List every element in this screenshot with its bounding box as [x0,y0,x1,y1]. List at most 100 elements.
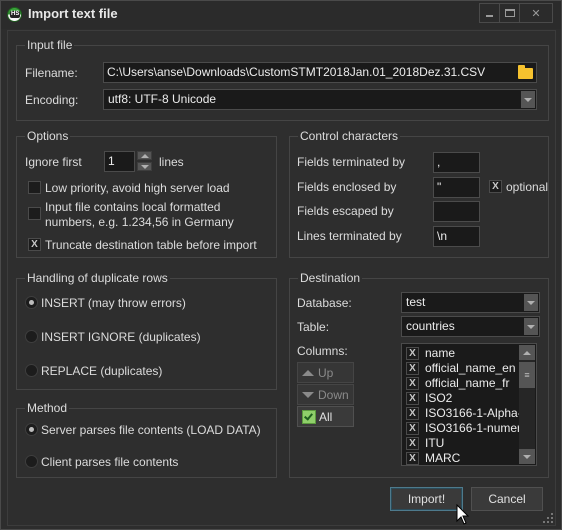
arrow-up-icon [140,153,149,158]
encoding-dropdown-arrow[interactable] [521,91,535,108]
filename-input[interactable]: C:\Users\anse\Downloads\CustomSTMT2018Ja… [103,62,537,83]
client-parses-radio[interactable] [25,455,38,468]
arrow-up-icon [302,369,314,376]
resize-grip[interactable] [543,513,553,523]
column-name: MARC [425,451,461,465]
dialog-body: Input file Filename: C:\Users\anse\Downl… [7,30,556,526]
insert-ignore-label: INSERT IGNORE (duplicates) [41,330,201,344]
options-legend: Options [25,128,71,144]
move-up-label: Up [318,365,334,380]
app-icon: HS [7,7,22,22]
local-numbers-label-line1: Input file contains local formatted [45,200,221,214]
fields-escaped-label: Fields escaped by [297,204,394,218]
column-checkbox[interactable]: X [406,392,419,405]
column-name: official_name_en [425,361,516,375]
column-name: official_name_fr [425,376,510,390]
scroll-up-button[interactable] [519,345,535,360]
column-name: ISO3166-1-numeric [425,421,530,435]
table-select[interactable]: countries [401,316,540,337]
truncate-checkbox[interactable]: X [28,238,41,251]
move-down-button[interactable]: Down [297,384,354,405]
duplicates-group: Handling of duplicate rows INSERT (may t… [16,270,277,390]
optional-checkbox[interactable]: X [489,180,502,193]
column-checkbox[interactable]: X [406,437,419,450]
checkmark-icon [302,409,316,424]
server-parses-radio[interactable] [25,423,38,436]
close-icon: ✕ [531,7,541,20]
column-name: ISO3166-1-Alpha-3 [425,406,529,420]
encoding-label: Encoding: [25,93,79,107]
low-priority-checkbox[interactable] [28,181,41,194]
insert-radio[interactable] [25,296,38,309]
table-value: countries [406,319,455,333]
title-bar[interactable]: HS Import text file ✕ [1,1,561,29]
columns-list[interactable]: Xname Xofficial_name_en Xofficial_name_fr X… [401,343,537,466]
options-group: Options Ignore first 1 lines Low priorit… [16,128,277,258]
method-group: Method Server parses file contents (LOAD… [16,400,277,478]
maximize-button[interactable] [500,4,520,22]
truncate-label: Truncate destination table before import [45,238,257,252]
database-value: test [406,295,426,309]
column-checkbox[interactable]: X [406,377,419,390]
fields-terminated-label: Fields terminated by [297,155,406,169]
filename-value: C:\Users\anse\Downloads\CustomSTMT2018Ja… [107,65,486,79]
folder-icon[interactable] [518,65,533,79]
column-name: ITU [425,436,445,450]
import-button[interactable]: Import! [390,487,463,511]
input-file-group: Input file Filename: C:\Users\anse\Downl… [16,37,549,121]
lines-terminated-input[interactable]: \n [433,226,480,247]
column-checkbox[interactable]: X [406,422,419,435]
mouse-cursor-icon [456,504,470,525]
import-text-file-dialog: HS Import text file ✕ Input file Filenam… [0,0,562,530]
duplicates-legend: Handling of duplicate rows [25,270,170,286]
fields-enclosed-label: Fields enclosed by [297,180,397,194]
column-checkbox[interactable]: X [406,347,419,360]
database-select[interactable]: test [401,292,540,313]
scroll-down-button[interactable] [519,449,535,464]
encoding-select[interactable]: utf8: UTF-8 Unicode [103,89,537,110]
replace-radio[interactable] [25,364,38,377]
chevron-down-icon [524,97,532,102]
control-characters-group: Control characters Fields terminated by … [289,128,549,258]
control-characters-legend: Control characters [298,128,401,144]
fields-terminated-input[interactable]: , [433,152,480,173]
encoding-value: utf8: UTF-8 Unicode [108,92,217,106]
scroll-thumb[interactable]: ≡ [519,362,535,388]
arrow-down-icon [140,164,149,169]
column-name: ISO2 [425,391,453,405]
method-legend: Method [25,400,70,416]
ignore-first-input[interactable]: 1 [104,151,135,172]
fields-escaped-input[interactable] [433,201,480,222]
input-file-legend: Input file [25,37,75,53]
spin-down-button[interactable] [137,162,152,171]
minimize-button[interactable] [480,4,500,22]
column-name: name [425,346,456,360]
insert-label: INSERT (may throw errors) [41,296,186,310]
chevron-down-icon [527,300,535,305]
spin-up-button[interactable] [137,151,152,160]
local-numbers-label-line2: numbers, e.g. 1.234,56 in Germany [45,215,234,229]
destination-legend: Destination [298,270,363,286]
columns-scrollbar[interactable]: ≡ [519,345,535,464]
fields-enclosed-input[interactable]: " [433,177,480,198]
close-button[interactable]: ✕ [520,4,552,22]
column-checkbox[interactable]: X [406,452,419,465]
optional-label: optional [506,180,549,194]
move-up-button[interactable]: Up [297,362,354,383]
arrow-down-icon [302,391,314,398]
client-parses-label: Client parses file contents [41,455,179,469]
column-checkbox[interactable]: X [406,362,419,375]
select-all-button[interactable]: All [297,406,354,427]
window-controls: ✕ [479,3,553,23]
local-numbers-checkbox[interactable] [28,207,41,220]
maximize-icon [504,9,515,17]
insert-ignore-radio[interactable] [25,330,38,343]
lines-terminated-label: Lines terminated by [297,229,402,243]
cancel-button[interactable]: Cancel [471,487,543,511]
low-priority-label: Low priority, avoid high server load [45,181,230,195]
database-dropdown-arrow[interactable] [524,294,538,311]
column-checkbox[interactable]: X [406,407,419,420]
table-label: Table: [297,320,330,334]
select-all-label: All [319,409,333,424]
table-dropdown-arrow[interactable] [524,318,538,335]
